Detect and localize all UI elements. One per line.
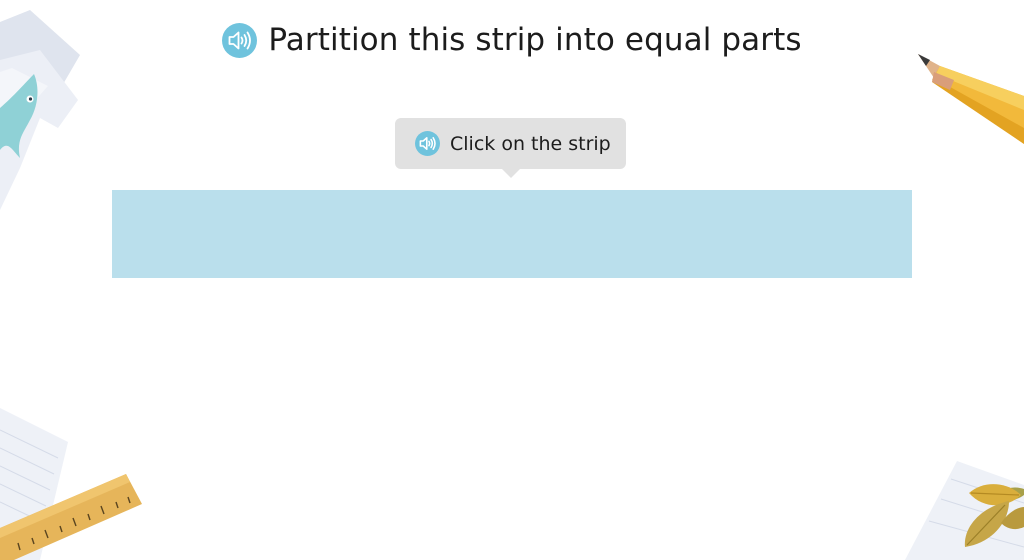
activity-screen: Partition this strip into equal parts Cl… — [0, 0, 1024, 560]
question-title-row: Partition this strip into equal parts — [0, 18, 1024, 62]
partition-strip[interactable] — [112, 190, 912, 278]
ruler-paper-decoration — [0, 408, 142, 560]
page-title: Partition this strip into equal parts — [268, 22, 802, 58]
speaker-icon[interactable] — [415, 131, 440, 156]
hint-text: Click on the strip — [450, 132, 611, 155]
leaves-paper-decoration — [905, 461, 1024, 560]
pencil-decoration — [918, 54, 1024, 144]
hint-tooltip: Click on the strip — [395, 118, 626, 178]
speaker-icon[interactable] — [222, 22, 258, 58]
tooltip-pointer — [502, 169, 520, 178]
